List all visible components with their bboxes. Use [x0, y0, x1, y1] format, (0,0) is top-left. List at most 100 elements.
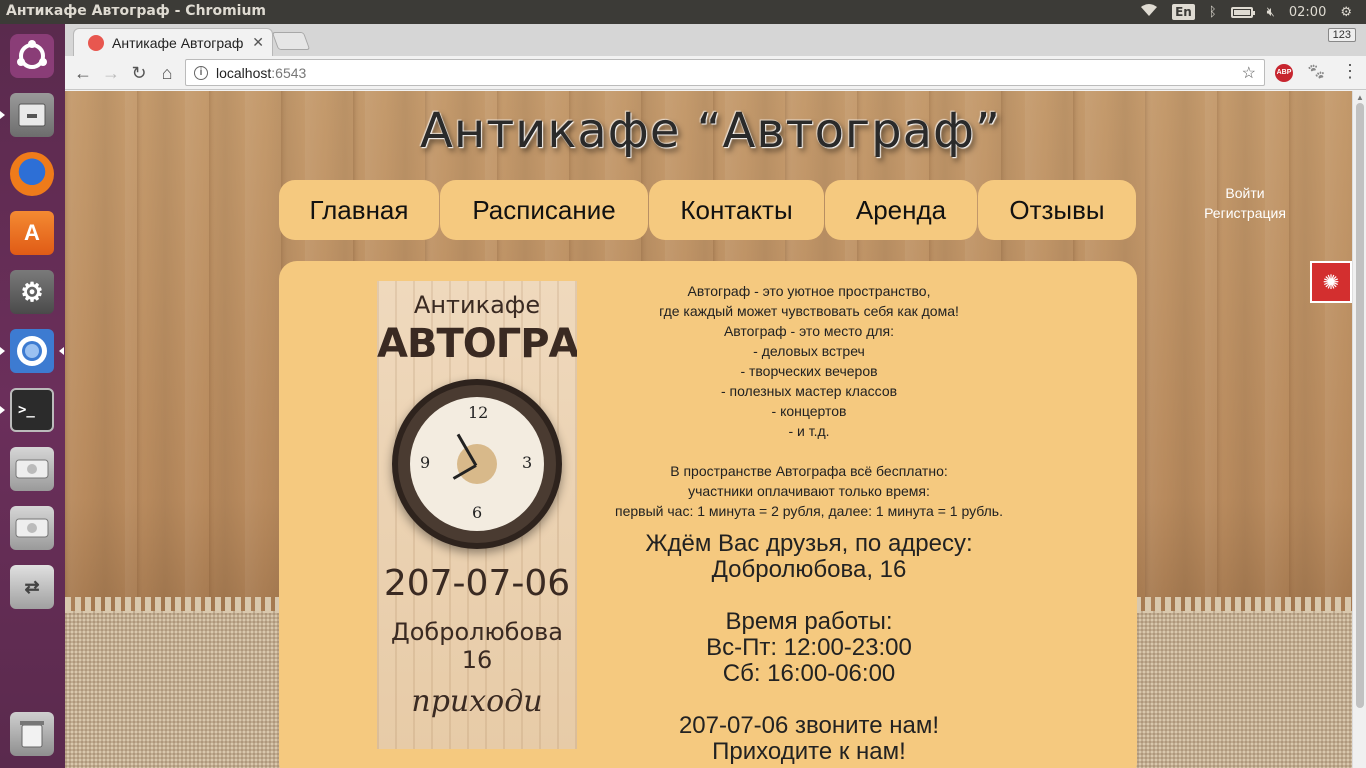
- poster-signature: приходи: [411, 684, 543, 719]
- launcher-ubuntu-dash[interactable]: [6, 30, 58, 82]
- call-line: 207-07-06 звоните нам!: [678, 712, 940, 739]
- page-scrollbar[interactable]: ▲: [1352, 91, 1366, 768]
- launcher-chromium[interactable]: [0, 325, 64, 377]
- launcher-software-center[interactable]: A: [6, 207, 58, 259]
- nav-contacts[interactable]: Контакты: [649, 180, 824, 240]
- tab-strip: Антикафе Автограф ✕ 123: [65, 24, 1366, 56]
- clock-numeral: 6: [472, 503, 483, 522]
- clock-numeral: 9: [420, 453, 431, 472]
- intro-line: - и т.д.: [788, 423, 830, 439]
- back-arrow-icon[interactable]: ←: [71, 62, 95, 84]
- call-line: Приходите к нам!: [712, 738, 906, 765]
- address-bar[interactable]: i localhost:6543 ☆: [185, 59, 1265, 86]
- bluetooth-icon[interactable]: ᛒ: [1209, 5, 1217, 20]
- address-line: Добролюбова, 16: [711, 556, 907, 583]
- intro-line: где каждый может чувствовать себя как до…: [659, 303, 959, 319]
- intro-line: Автограф - это место для:: [723, 323, 895, 339]
- power-gear-icon[interactable]: ⚙: [1340, 5, 1352, 20]
- pricing-line: участники оплачивают только время:: [688, 483, 930, 499]
- bookmark-star-icon[interactable]: ☆: [1242, 63, 1256, 83]
- tab-title: Антикафе Автограф: [112, 34, 244, 51]
- tab-close-icon[interactable]: ✕: [252, 34, 264, 51]
- launcher-system-settings[interactable]: ⚙: [6, 266, 58, 318]
- clock-illustration: 12 3 6 9: [392, 379, 562, 549]
- tab-active[interactable]: Антикафе Автограф ✕: [73, 28, 273, 56]
- scroll-thumb[interactable]: [1356, 103, 1364, 708]
- nav-reviews[interactable]: Отзывы: [978, 180, 1136, 240]
- hard-disk-icon: [10, 447, 54, 491]
- volume-muted-icon[interactable]: 🔇︎: [1267, 5, 1275, 20]
- wifi-icon[interactable]: [1140, 3, 1158, 21]
- content-card: Антикафе АВТОГРАФ 12 3 6 9 207-07-06 Доб…: [279, 261, 1137, 768]
- adblock-plus-icon[interactable]: ABP: [1275, 64, 1293, 82]
- home-icon[interactable]: ⌂: [155, 62, 179, 84]
- hours-heading: Время работы:: [725, 608, 893, 635]
- intro-line: - деловых встреч: [753, 343, 865, 359]
- page-viewport: Антикафе “Автограф” Главная Расписание К…: [65, 91, 1352, 768]
- poster-address: Добролюбова 16: [390, 618, 564, 674]
- firefox-icon: [10, 152, 54, 196]
- browser-menu-icon[interactable]: ⋮: [1341, 61, 1359, 82]
- clock[interactable]: 02:00: [1289, 5, 1326, 20]
- window-title: Антикафе Автограф - Chromium: [6, 3, 267, 19]
- hours-line: Сб: 16:00-06:00: [722, 660, 896, 687]
- hours-line: Вс-Пт: 12:00-23:00: [706, 634, 912, 661]
- address-heading: Ждём Вас друзья, по адресу:: [645, 530, 973, 557]
- pricing-line: В пространстве Автографа всё бесплатно:: [670, 463, 948, 479]
- site-title: Антикафе “Автограф”: [420, 103, 1001, 159]
- poster-phone: 207-07-06: [383, 563, 571, 604]
- about-text: Автограф - это уютное пространство, где …: [609, 281, 1009, 765]
- extension-paw-icon[interactable]: 🐾︎: [1306, 62, 1326, 82]
- new-tab-button[interactable]: [271, 32, 311, 50]
- system-tray: En ᛒ 🔇︎ 02:00 ⚙: [1140, 0, 1366, 24]
- hard-disk-icon: [10, 506, 54, 550]
- launcher-disk-1[interactable]: [6, 443, 58, 495]
- keyboard-layout-indicator[interactable]: En: [1172, 4, 1195, 20]
- clock-numeral: 12: [468, 403, 489, 422]
- intro-line: Автограф - это уютное пространство,: [687, 283, 931, 299]
- usb-drive-icon: ⇄: [10, 565, 54, 609]
- auth-links: Войти Регистрация: [1185, 183, 1305, 223]
- nav-rent[interactable]: Аренда: [825, 180, 977, 240]
- launcher-usb-drive[interactable]: ⇄: [6, 561, 58, 613]
- chromium-icon: [10, 329, 54, 373]
- keyboard-badge: 123: [1327, 28, 1356, 42]
- launcher-trash[interactable]: [6, 708, 58, 760]
- nav-home[interactable]: Главная: [279, 180, 439, 240]
- clock-face: 12 3 6 9: [410, 397, 544, 531]
- settings-wrench-icon: ⚙: [10, 270, 54, 314]
- launcher-files[interactable]: [0, 89, 58, 141]
- pricing-line: первый час: 1 минута = 2 рубля, далее: 1…: [615, 503, 1003, 519]
- clock-numeral: 3: [522, 453, 533, 472]
- intro-line: - полезных мастер классов: [720, 383, 898, 399]
- battery-icon[interactable]: [1230, 6, 1255, 18]
- launcher-firefox[interactable]: [6, 148, 58, 200]
- forward-arrow-icon[interactable]: →: [99, 62, 123, 84]
- browser-toolbar: ← → ↻ ⌂ i localhost:6543 ☆ ABP 🐾︎ ⋮: [65, 56, 1366, 90]
- ubuntu-logo-icon: [10, 34, 54, 78]
- nav-schedule[interactable]: Расписание: [440, 180, 648, 240]
- shopping-bag-icon: A: [10, 211, 54, 255]
- browser-window: Антикафе Автограф ✕ 123 ← → ↻ ⌂ i localh…: [65, 24, 1366, 768]
- feedback-widget-icon[interactable]: ✺: [1310, 261, 1352, 303]
- poster-line2: АВТОГРАФ: [377, 321, 577, 367]
- reload-icon[interactable]: ↻: [127, 62, 151, 84]
- register-link[interactable]: Регистрация: [1185, 203, 1305, 223]
- poster-line1: Антикафе: [413, 291, 541, 319]
- launcher-terminal[interactable]: >_: [0, 384, 58, 436]
- terminal-icon: >_: [10, 388, 54, 432]
- trash-icon: [10, 712, 54, 756]
- poster-image: Антикафе АВТОГРАФ 12 3 6 9 207-07-06 Доб…: [377, 281, 577, 749]
- page-info-icon[interactable]: i: [194, 65, 208, 80]
- scroll-up-arrow-icon[interactable]: ▲: [1356, 93, 1364, 102]
- intro-line: - творческих вечеров: [740, 363, 878, 379]
- login-link[interactable]: Войти: [1185, 183, 1305, 203]
- url-host: localhost: [216, 64, 272, 81]
- intro-line: - концертов: [771, 403, 847, 419]
- favicon-icon: [88, 34, 104, 51]
- os-top-panel: Антикафе Автограф - Chromium En ᛒ 🔇︎ 02:…: [0, 0, 1366, 24]
- url-port: :6543: [271, 64, 307, 81]
- launcher-disk-2[interactable]: [6, 502, 58, 554]
- unity-launcher: A ⚙ >_ ⇄: [0, 24, 65, 768]
- file-cabinet-icon: [10, 93, 54, 137]
